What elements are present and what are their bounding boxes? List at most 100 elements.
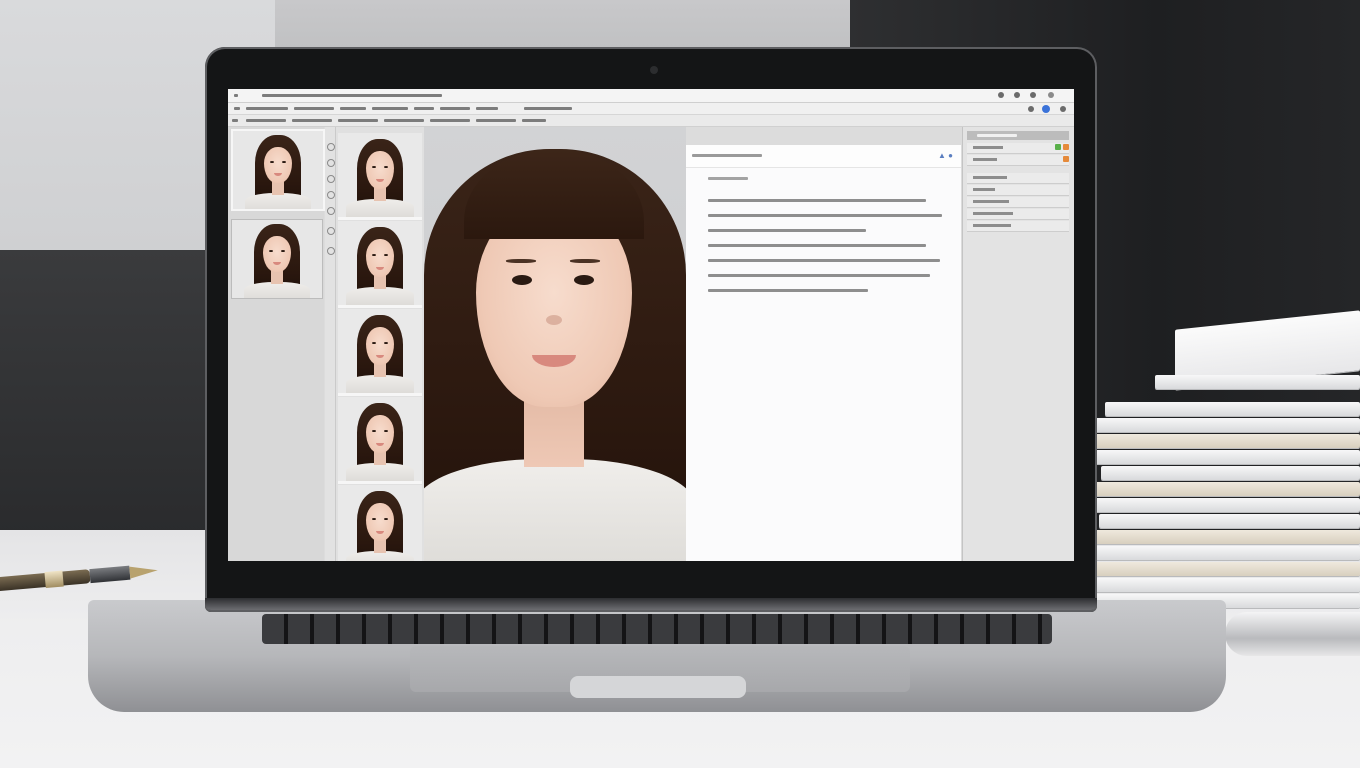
menu-item[interactable] — [246, 107, 288, 110]
menu-item[interactable] — [294, 107, 334, 110]
filmstrip-frame[interactable] — [338, 397, 422, 484]
toolbar-item[interactable] — [522, 119, 546, 122]
portrait-eye — [574, 275, 594, 285]
document-section-label — [708, 177, 748, 180]
tool-icon[interactable] — [327, 207, 335, 215]
document-body — [686, 167, 961, 561]
laptop-keyboard — [262, 614, 1052, 644]
toolbar-item[interactable] — [430, 119, 470, 122]
portrait-eyebrow — [570, 259, 600, 263]
paper-sheet — [1095, 482, 1360, 496]
menu-item[interactable] — [476, 107, 498, 110]
properties-row-label — [973, 176, 1007, 179]
portrait-eye — [282, 161, 286, 163]
paper-sheet — [1155, 375, 1360, 389]
portrait-eye — [384, 430, 388, 432]
tool-icon[interactable] — [327, 175, 335, 183]
portrait-shirt — [346, 287, 414, 305]
portrait-shirt — [245, 193, 311, 209]
toolbar — [228, 115, 1074, 127]
menu-item[interactable] — [340, 107, 366, 110]
photo-thumbnail[interactable] — [231, 129, 325, 211]
portrait-photo — [338, 221, 422, 305]
document-line — [708, 214, 942, 217]
share-icon[interactable]: ▲ — [938, 151, 946, 160]
menu-item[interactable] — [372, 107, 408, 110]
document-line — [708, 199, 926, 202]
filmstrip-frame[interactable] — [338, 133, 422, 220]
window-minimize-icon[interactable] — [998, 92, 1004, 98]
paper-sheet — [1105, 402, 1360, 416]
portrait-shirt — [244, 282, 310, 298]
properties-row[interactable] — [967, 155, 1069, 166]
right-properties-panel — [962, 127, 1074, 561]
main-photo-preview[interactable] — [424, 127, 686, 561]
portrait-eye — [372, 254, 376, 256]
properties-row[interactable] — [967, 143, 1069, 154]
portrait-face — [263, 236, 291, 272]
laptop-lid-notch — [570, 676, 746, 698]
properties-row[interactable] — [967, 221, 1069, 232]
menu-item[interactable] — [440, 107, 470, 110]
portrait-face — [366, 415, 394, 453]
filmstrip-frame[interactable] — [338, 485, 422, 561]
paper-sheet — [1095, 498, 1360, 512]
settings-icon[interactable] — [1028, 106, 1034, 112]
paper-sheet — [1095, 546, 1360, 560]
portrait-face — [264, 147, 292, 183]
webcam — [650, 66, 658, 74]
window-maximize-icon[interactable] — [1030, 92, 1036, 98]
paper-sheet — [1095, 450, 1360, 464]
tool-strip — [325, 127, 336, 561]
share-icon[interactable] — [1060, 106, 1066, 112]
window-close-icon[interactable] — [1048, 92, 1054, 98]
portrait-eye — [512, 275, 532, 285]
photo-thumbnail[interactable] — [231, 219, 323, 299]
portrait-eye — [384, 254, 388, 256]
toolbar-item[interactable] — [476, 119, 516, 122]
pen-band — [44, 570, 64, 589]
tool-icon[interactable] — [327, 143, 335, 151]
paper-sheet — [1095, 562, 1360, 576]
sync-icon[interactable] — [1042, 105, 1050, 113]
properties-row[interactable] — [967, 209, 1069, 220]
properties-row[interactable] — [967, 185, 1069, 196]
menu-item[interactable] — [524, 107, 572, 110]
paper-sheet — [1095, 530, 1360, 544]
window-restore-icon[interactable] — [1014, 92, 1020, 98]
portrait-face — [366, 327, 394, 365]
properties-row[interactable] — [967, 173, 1069, 184]
properties-row-label — [973, 224, 1011, 227]
window-title — [262, 94, 442, 97]
properties-row-label — [973, 188, 995, 191]
toolbar-item[interactable] — [292, 119, 332, 122]
portrait-eye — [372, 342, 376, 344]
background-shadow-left — [0, 250, 210, 535]
tool-icon[interactable] — [327, 191, 335, 199]
tool-icon[interactable] — [327, 247, 335, 255]
pen-grip — [89, 565, 131, 584]
portrait-eye — [372, 518, 376, 520]
filmstrip-frame[interactable] — [338, 221, 422, 308]
menu-item[interactable] — [414, 107, 434, 110]
document-line — [708, 244, 926, 247]
portrait-face — [366, 239, 394, 277]
menu-item[interactable] — [234, 107, 240, 110]
properties-row[interactable] — [967, 197, 1069, 208]
toolbar-item[interactable] — [384, 119, 424, 122]
toolbar-item[interactable] — [246, 119, 286, 122]
filmstrip-frame[interactable] — [338, 309, 422, 396]
properties-row-label — [973, 146, 1003, 149]
filmstrip — [336, 127, 425, 561]
properties-row-label — [973, 200, 1009, 203]
paper-stack — [1095, 310, 1360, 640]
portrait-eye — [281, 250, 285, 252]
properties-row-label — [973, 212, 1013, 215]
portrait-eye — [384, 342, 388, 344]
settings-icon[interactable]: ● — [948, 151, 953, 160]
toolbar-item[interactable] — [338, 119, 378, 122]
tool-icon[interactable] — [327, 159, 335, 167]
document-line — [708, 274, 930, 277]
toolbar-icon[interactable] — [232, 119, 238, 122]
tool-icon[interactable] — [327, 227, 335, 235]
